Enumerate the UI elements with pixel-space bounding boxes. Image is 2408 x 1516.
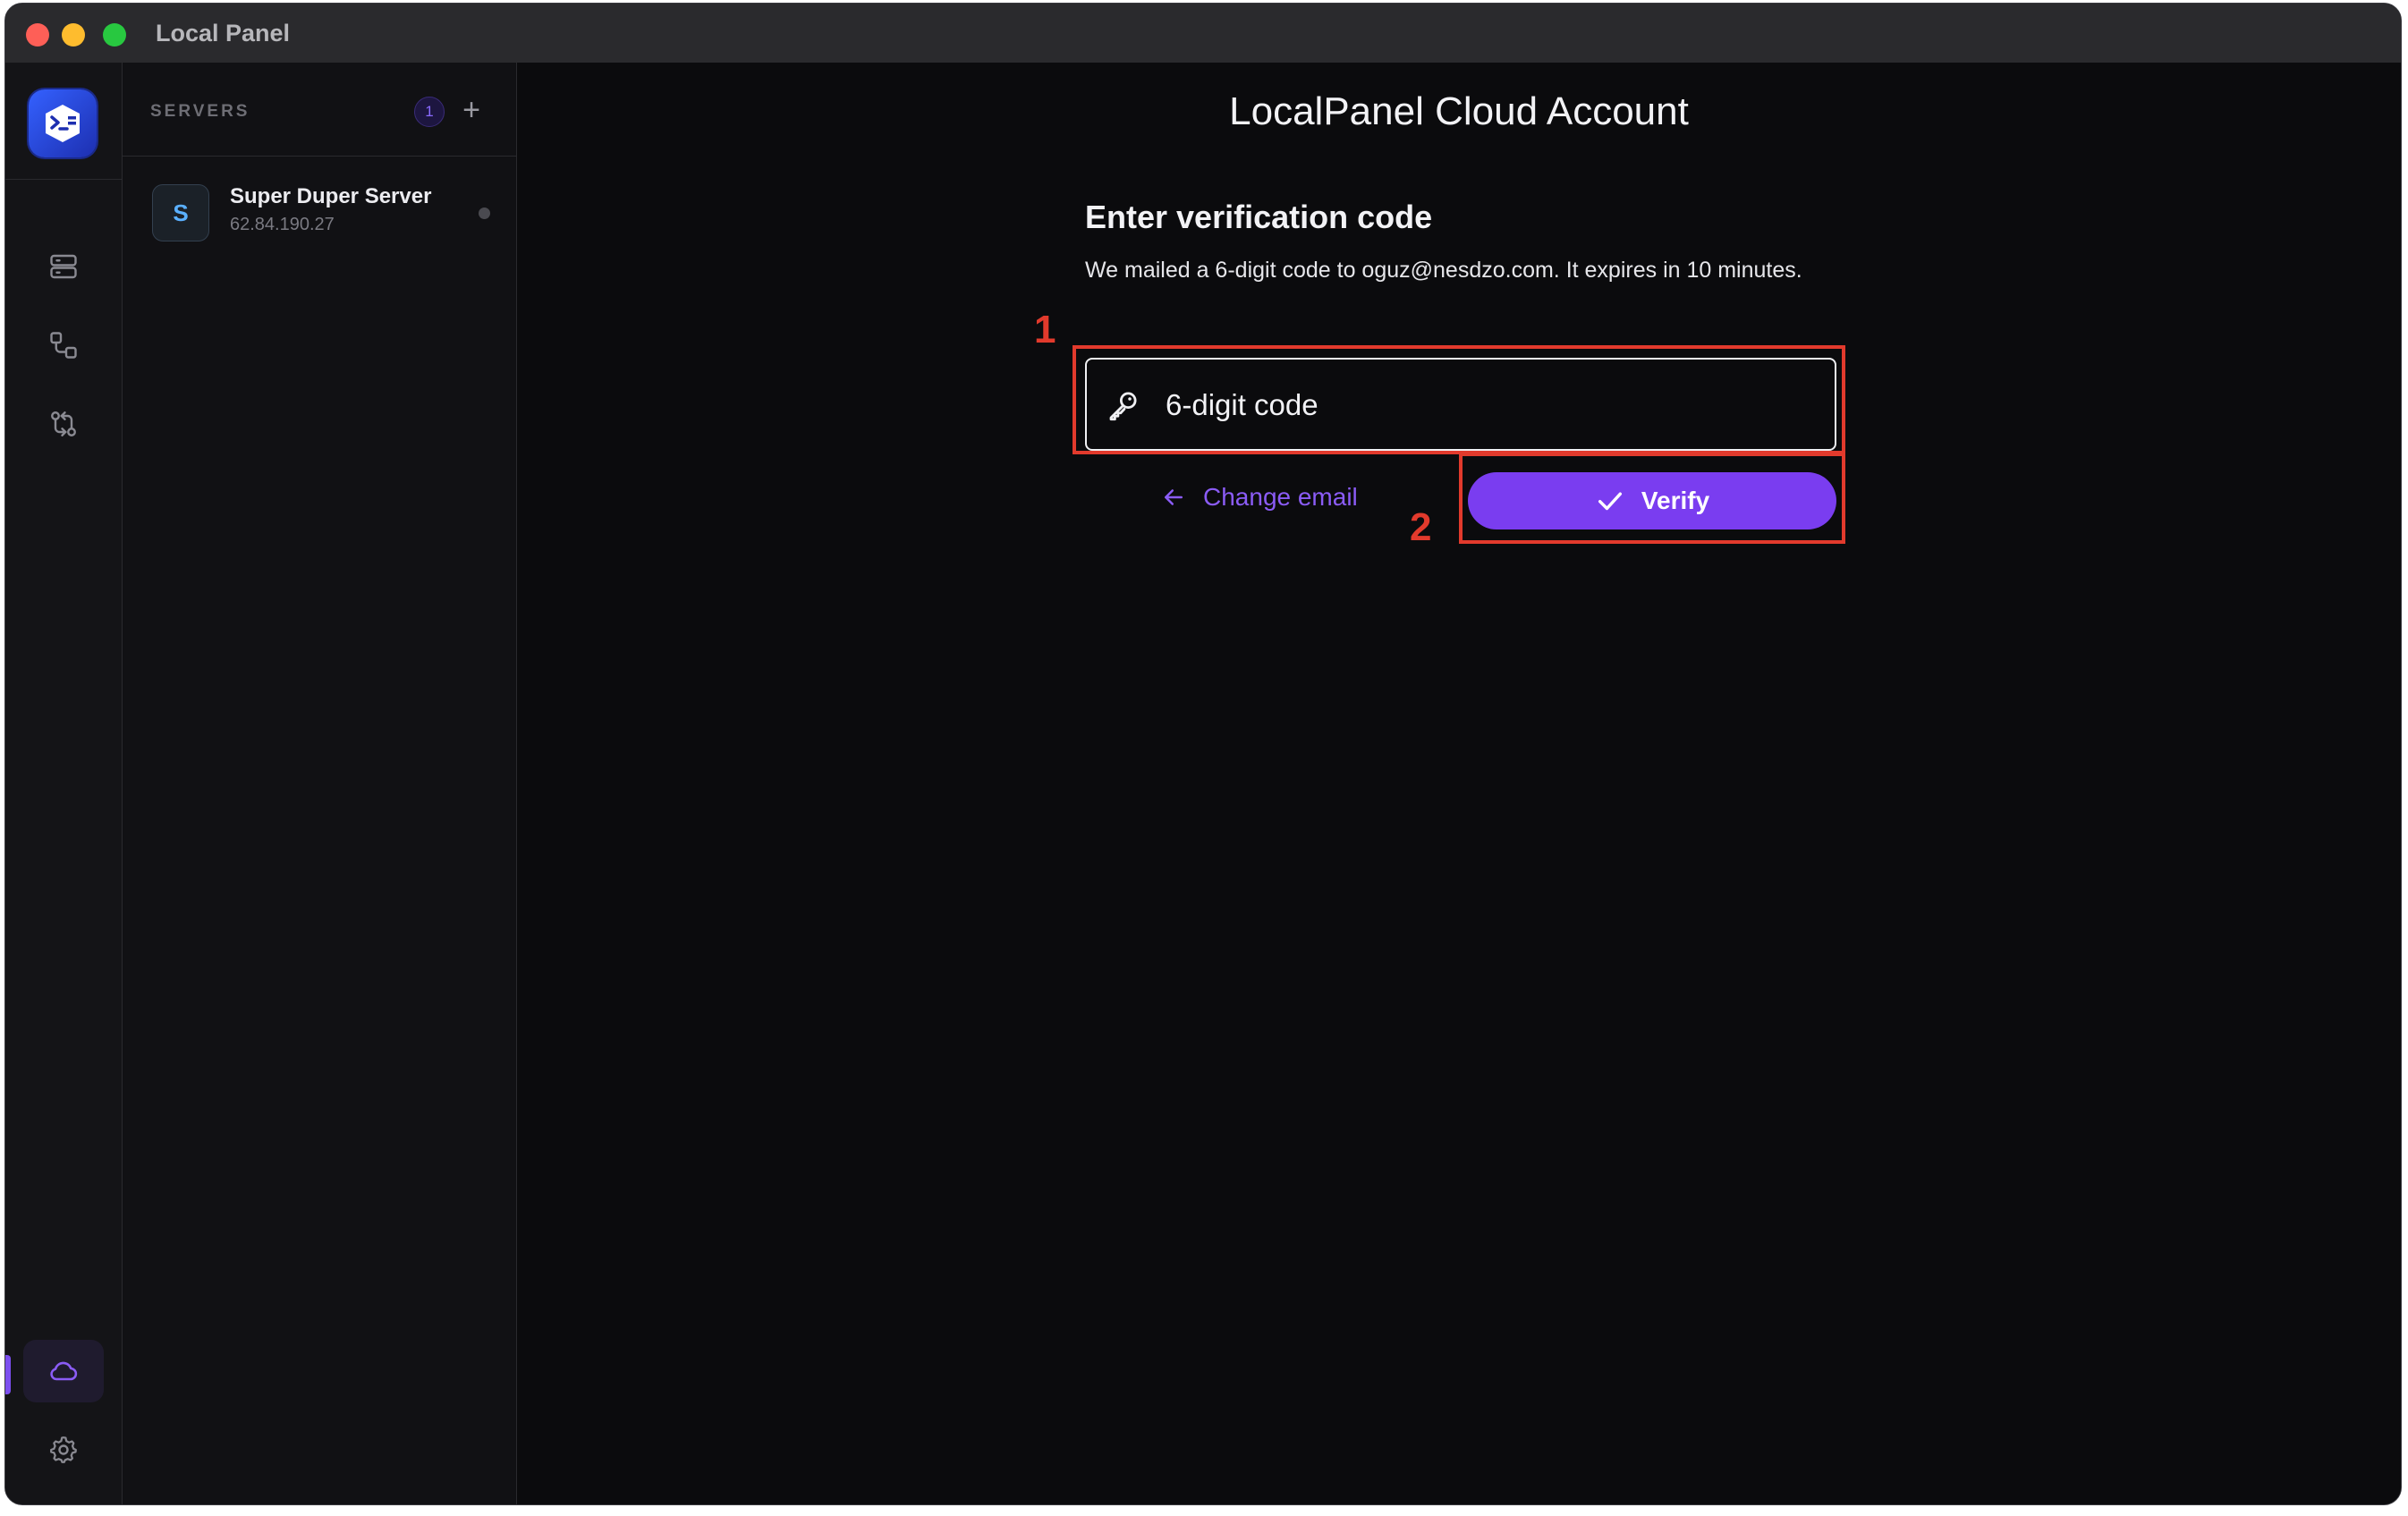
rail-divider [5, 179, 122, 180]
annotation-label-1: 1 [1034, 308, 1056, 351]
annotation-box-1 [1073, 345, 1845, 454]
server-avatar: S [152, 184, 209, 241]
change-email-label: Change email [1203, 483, 1358, 511]
form-heading: Enter verification code [1085, 199, 1433, 235]
server-list-item[interactable]: S Super Duper Server 62.84.190.27 [140, 175, 498, 254]
annotation-box-2 [1459, 453, 1845, 544]
rail-settings-button[interactable] [23, 1419, 104, 1481]
add-server-button[interactable]: + [455, 95, 488, 127]
servers-title: SERVERS [150, 102, 250, 121]
page-title: LocalPanel Cloud Account [1229, 89, 1689, 133]
server-status-dot [479, 207, 490, 219]
cloud-icon [50, 1361, 78, 1381]
server-count-badge: 1 [414, 97, 445, 127]
rail-cloud-button[interactable] [23, 1340, 104, 1402]
server-name: Super Duper Server [230, 184, 432, 208]
minimize-window-button[interactable] [62, 23, 85, 47]
rail-transfers-button[interactable] [23, 393, 104, 455]
rail-servers-button[interactable] [23, 235, 104, 298]
server-ip: 62.84.190.27 [230, 215, 335, 234]
change-email-link[interactable]: Change email [1160, 483, 1358, 512]
rail-connections-button[interactable] [23, 314, 104, 377]
terminal-logo-icon[interactable] [29, 89, 97, 157]
servers-panel: SERVERS 1 + S Super Duper Server 62.84.1… [123, 63, 517, 1504]
verification-form: Enter verification code We mailed a 6-di… [1085, 199, 1836, 529]
app-window: Local Panel SERVERS 1 + S Super Duper Se… [4, 3, 2402, 1505]
servers-header: SERVERS 1 + [123, 63, 516, 157]
title-bar: Local Panel [5, 4, 2401, 64]
active-indicator [5, 1355, 11, 1394]
nodes-icon [50, 332, 77, 359]
close-window-button[interactable] [26, 23, 49, 47]
maximize-window-button[interactable] [103, 23, 126, 47]
annotation-label-2: 2 [1410, 505, 1432, 549]
main-content: LocalPanel Cloud Account Enter verificat… [517, 63, 2401, 1504]
icon-rail [5, 63, 123, 1504]
arrow-left-icon [1165, 489, 1183, 505]
form-description: We mailed a 6-digit code to oguz@nesdzo.… [1085, 258, 1802, 283]
gear-icon [50, 1436, 77, 1463]
server-stack-icon [50, 254, 77, 279]
app-title: Local Panel [156, 20, 291, 47]
git-compare-icon [51, 411, 76, 436]
